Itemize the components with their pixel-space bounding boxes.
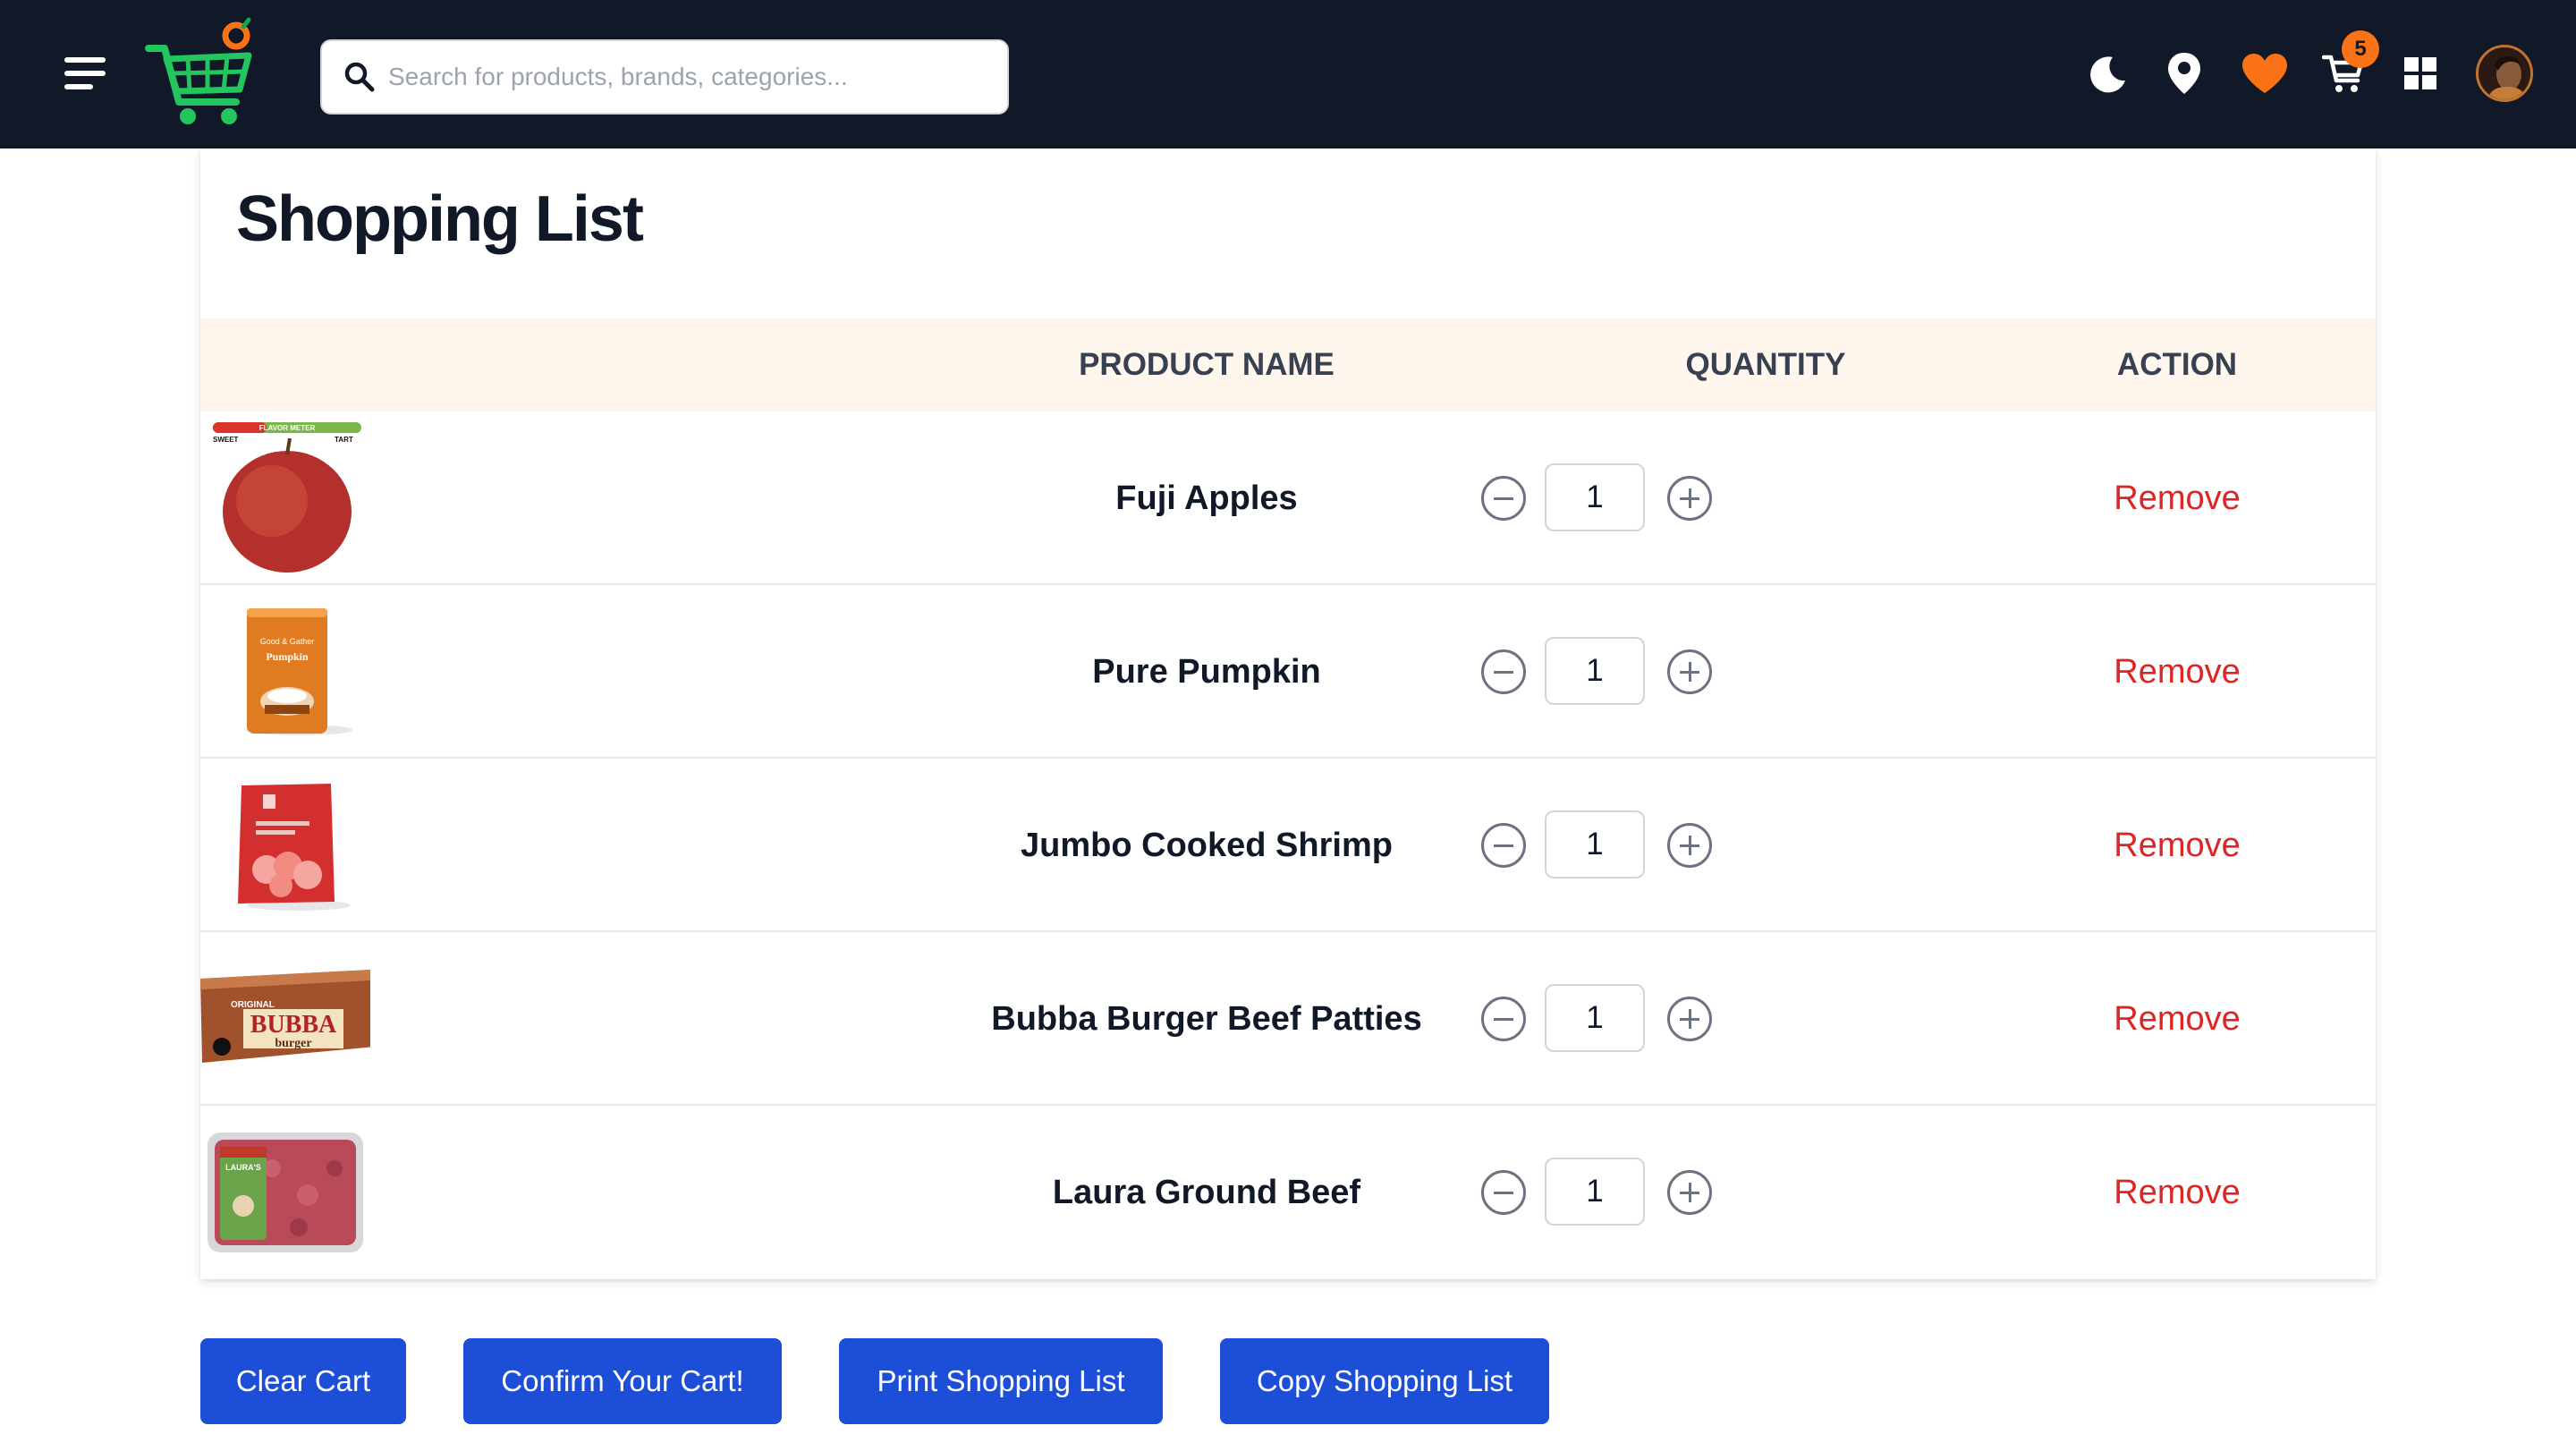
svg-text:Good & Gather: Good & Gather <box>260 637 315 646</box>
decrease-quantity-button[interactable] <box>1481 649 1526 694</box>
shopping-list-card: Shopping List PRODUCT NAME QUANTITY ACTI… <box>200 148 2376 1279</box>
grid-icon[interactable] <box>2394 47 2447 100</box>
decrease-quantity-button[interactable] <box>1481 823 1526 868</box>
product-image-jumbo-cooked-shrimp <box>238 784 351 911</box>
table-row: LAURA'S Laura Ground Beef Remove <box>200 1106 2376 1279</box>
remove-button[interactable]: Remove <box>2043 759 2311 932</box>
increase-quantity-button[interactable] <box>1667 823 1712 868</box>
remove-button[interactable]: Remove <box>2043 412 2311 585</box>
menu-icon[interactable] <box>64 55 106 91</box>
clear-cart-button[interactable]: Clear Cart <box>200 1338 406 1424</box>
page-title: Shopping List <box>236 183 644 255</box>
svg-text:ORIGINAL: ORIGINAL <box>231 1000 275 1010</box>
search-bar <box>320 39 1009 115</box>
product-image-fuji-apples: FLAVOR METER SWEET TART <box>213 422 361 573</box>
column-header-action: ACTION <box>2116 347 2238 382</box>
heart-icon[interactable] <box>2238 47 2292 100</box>
svg-text:LAURA'S: LAURA'S <box>225 1163 261 1172</box>
table-row: Good & Gather Pumpkin Pure Pumpkin Remov… <box>200 585 2376 759</box>
confirm-cart-button[interactable]: Confirm Your Cart! <box>463 1338 782 1424</box>
copy-shopping-list-button[interactable]: Copy Shopping List <box>1220 1338 1549 1424</box>
decrease-quantity-button[interactable] <box>1481 997 1526 1041</box>
location-pin-icon[interactable] <box>2157 47 2211 100</box>
search-icon <box>344 62 375 92</box>
quantity-input[interactable] <box>1545 984 1645 1052</box>
product-image-laura-ground-beef: LAURA'S <box>208 1133 363 1252</box>
increase-quantity-button[interactable] <box>1667 476 1712 521</box>
remove-button[interactable]: Remove <box>2043 932 2311 1106</box>
quantity-input[interactable] <box>1545 637 1645 705</box>
top-navbar: 5 <box>0 0 2576 148</box>
search-input[interactable] <box>388 50 979 104</box>
column-header-quantity: QUANTITY <box>1685 347 1846 382</box>
table-header: PRODUCT NAME QUANTITY ACTION <box>200 318 2376 412</box>
decrease-quantity-button[interactable] <box>1481 476 1526 521</box>
product-image-pure-pumpkin: Good & Gather Pumpkin <box>245 608 352 735</box>
svg-text:TART: TART <box>335 436 353 444</box>
increase-quantity-button[interactable] <box>1667 997 1712 1041</box>
quantity-input[interactable] <box>1545 810 1645 878</box>
avatar[interactable] <box>2476 45 2533 102</box>
table-row: FLAVOR METER SWEET TART Fuji Apples Remo… <box>200 412 2376 585</box>
increase-quantity-button[interactable] <box>1667 649 1712 694</box>
svg-text:burger: burger <box>275 1037 311 1050</box>
table-row: ORIGINAL BUBBA burger Bubba Burger Beef … <box>200 932 2376 1106</box>
remove-button[interactable]: Remove <box>2043 1106 2311 1279</box>
svg-text:FLAVOR METER: FLAVOR METER <box>259 424 316 432</box>
print-shopping-list-button[interactable]: Print Shopping List <box>839 1338 1163 1424</box>
cart-logo[interactable] <box>143 16 259 132</box>
increase-quantity-button[interactable] <box>1667 1170 1712 1215</box>
remove-button[interactable]: Remove <box>2043 585 2311 759</box>
svg-text:SWEET: SWEET <box>213 436 239 444</box>
svg-text:BUBBA: BUBBA <box>250 1011 337 1039</box>
table-row: Jumbo Cooked Shrimp Remove <box>200 759 2376 932</box>
quantity-input[interactable] <box>1545 1158 1645 1226</box>
product-image-bubba-burger: ORIGINAL BUBBA burger <box>200 970 370 1063</box>
svg-text:Pumpkin: Pumpkin <box>266 650 309 663</box>
decrease-quantity-button[interactable] <box>1481 1170 1526 1215</box>
cart-count-badge: 5 <box>2342 30 2379 68</box>
quantity-input[interactable] <box>1545 463 1645 531</box>
moon-icon[interactable] <box>2080 47 2134 100</box>
